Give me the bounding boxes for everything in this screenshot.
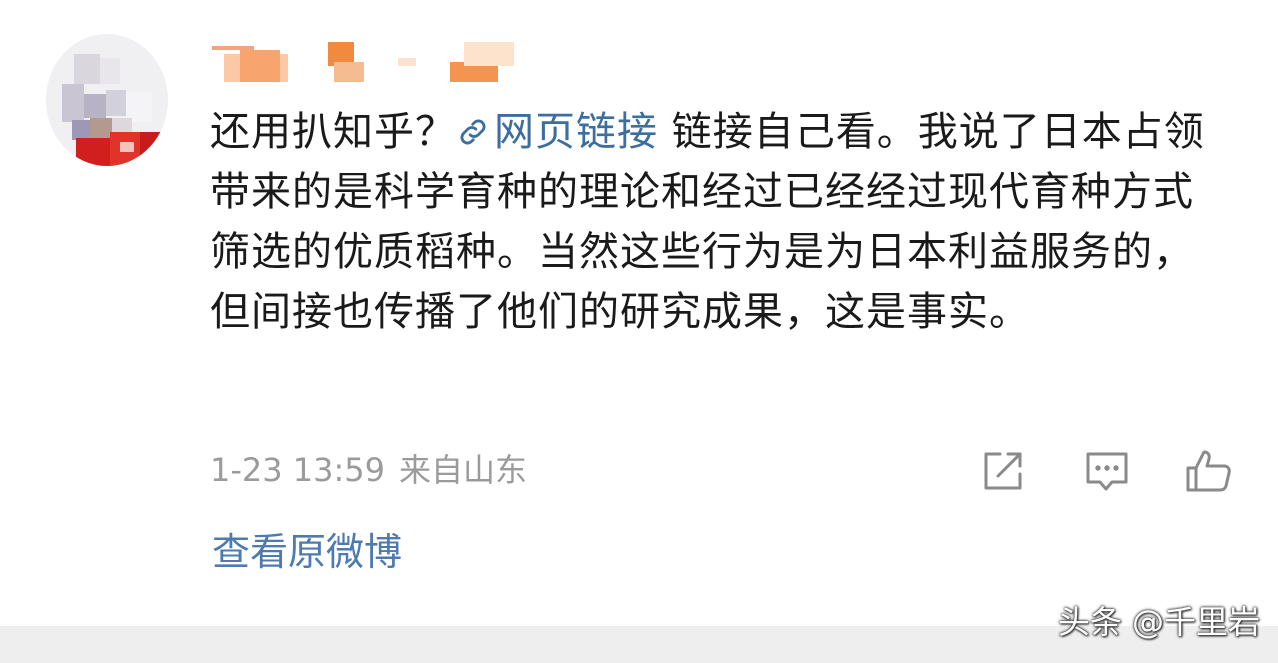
comment-icon[interactable] (1082, 446, 1132, 496)
comment-meta: 1-23 13:59 来自山东 (210, 450, 527, 490)
comment-text: 还用扒知乎？ 网页链接 链接自己看。我说了日本占领带来的是科学育种的理论和经过已经… (210, 102, 1220, 342)
web-link[interactable]: 网页链接 (456, 109, 658, 155)
location: 来自山东 (399, 451, 528, 489)
comment-prefix: 还用扒知乎？ (210, 109, 456, 155)
avatar[interactable] (46, 34, 168, 166)
timestamp: 1-23 13:59 (210, 451, 386, 489)
link-icon (460, 119, 486, 145)
share-icon[interactable] (978, 446, 1028, 496)
watermark: 头条 @千里岩 (1057, 603, 1260, 641)
thumbs-up-icon[interactable] (1184, 446, 1234, 496)
username[interactable] (212, 40, 532, 84)
comment-screen: 还用扒知乎？ 网页链接 链接自己看。我说了日本占领带来的是科学育种的理论和经过已经… (0, 0, 1278, 663)
web-link-label: 网页链接 (494, 109, 658, 155)
view-original-link[interactable]: 查看原微博 (212, 528, 402, 576)
